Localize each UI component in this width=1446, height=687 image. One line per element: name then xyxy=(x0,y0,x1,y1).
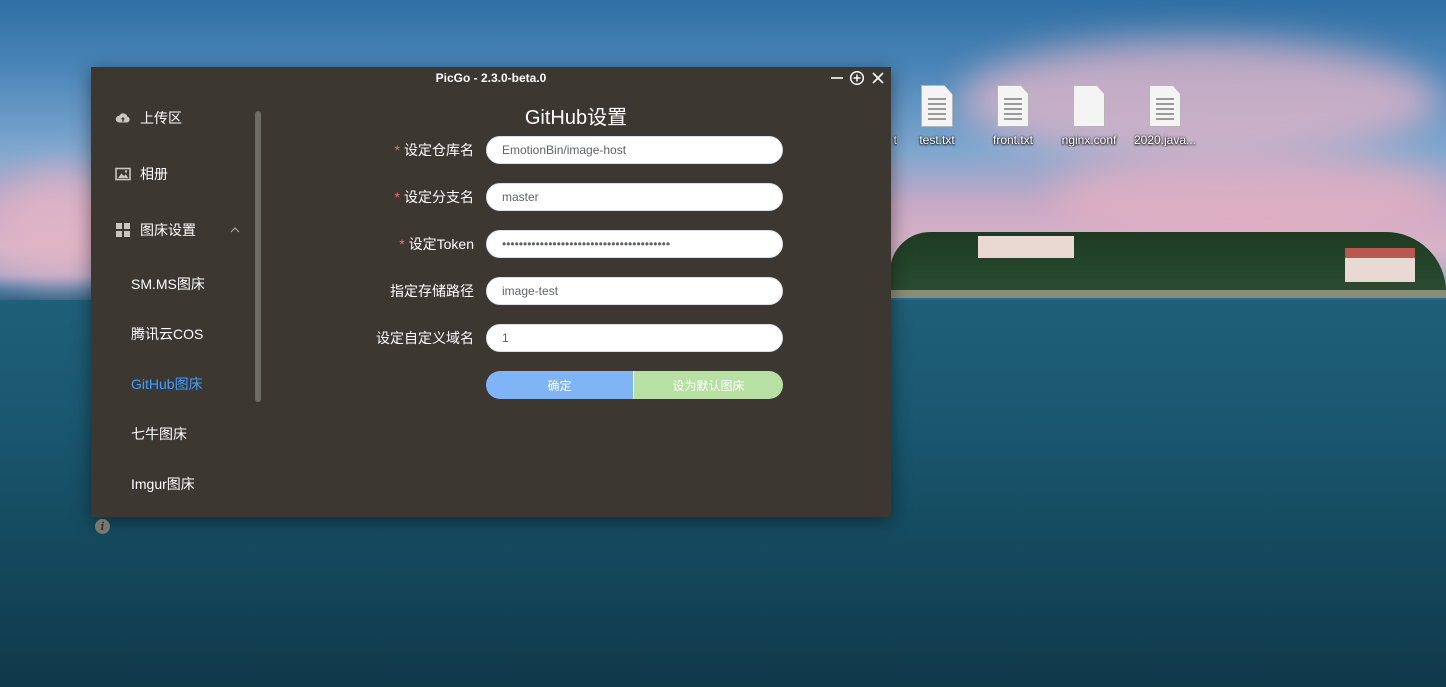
form-row-path: 指定存储路径 xyxy=(261,277,891,305)
image-icon xyxy=(115,166,131,182)
branch-label: * 设定分支名 xyxy=(395,187,474,207)
blank-file-icon xyxy=(1073,85,1105,127)
title-bar[interactable]: PicGo - 2.3.0-beta.0 xyxy=(91,67,891,89)
required-mark: * xyxy=(394,142,400,158)
sidebar-item-gallery[interactable]: 相册 xyxy=(115,162,168,186)
building xyxy=(978,236,1074,258)
custom-domain-input[interactable] xyxy=(486,324,783,352)
sidebar-item-label: 图床设置 xyxy=(140,222,196,238)
cloud xyxy=(1050,150,1446,240)
sidebar-item-picbed-settings[interactable]: 图床设置 xyxy=(115,218,196,242)
sidebar: 上传区 相册 图床设置 SM.MS图床 腾讯云COS GitHub图床 七牛图床… xyxy=(91,89,261,534)
field-label: 设定自定义域名 xyxy=(376,330,474,346)
building xyxy=(1345,258,1415,282)
field-label: 设定仓库名 xyxy=(404,142,474,158)
pin-icon[interactable] xyxy=(849,70,865,86)
text-file-icon xyxy=(921,85,953,127)
sidebar-item-qiniu[interactable]: 七牛图床 xyxy=(131,424,187,444)
settings-panel: GitHub设置 *设定仓库名 *设定分支名 *设定Token 指定存储路径 设… xyxy=(261,89,891,517)
confirm-button[interactable]: 确定 xyxy=(486,371,633,399)
custom-domain-label: 设定自定义域名 xyxy=(376,328,474,348)
picgo-window: PicGo - 2.3.0-beta.0 上传区 相册 图床设置 SM.MS图床… xyxy=(91,67,891,534)
form-row-repo: * 设定仓库名 xyxy=(261,136,891,164)
set-default-button[interactable]: 设为默认图床 xyxy=(633,371,783,399)
close-icon[interactable] xyxy=(870,70,886,86)
path-label: 指定存储路径 xyxy=(390,281,474,301)
sidebar-item-smms[interactable]: SM.MS图床 xyxy=(131,274,205,294)
sidebar-item-tencent-cos[interactable]: 腾讯云COS xyxy=(131,324,203,344)
token-input[interactable] xyxy=(486,230,783,258)
repo-label: * 设定仓库名 xyxy=(395,140,474,160)
desktop-file-front[interactable]: front.txt xyxy=(975,85,1051,147)
desktop-file-test[interactable]: test.txt xyxy=(899,85,975,147)
info-icon[interactable]: i xyxy=(95,519,110,534)
text-file-icon xyxy=(1149,85,1181,127)
cloud-upload-icon xyxy=(115,110,131,126)
sidebar-item-github[interactable]: GitHub图床 xyxy=(131,374,203,394)
desktop-file-label: nginx.conf xyxy=(1061,133,1117,147)
grid-icon xyxy=(115,222,131,238)
form-row-branch: * 设定分支名 xyxy=(261,183,891,211)
shoreline xyxy=(890,290,1446,298)
field-label: 设定分支名 xyxy=(404,189,474,205)
desktop-file-label: test.txt xyxy=(919,133,955,147)
branch-input[interactable] xyxy=(486,183,783,211)
page-title: GitHub设置 xyxy=(524,107,628,129)
required-mark: * xyxy=(399,236,405,252)
required-mark: * xyxy=(394,189,400,205)
desktop-file-java[interactable]: 2020.java... xyxy=(1127,85,1203,147)
sidebar-item-label: 相册 xyxy=(140,166,168,182)
text-file-icon xyxy=(997,85,1029,127)
token-label: * 设定Token xyxy=(399,234,474,254)
field-label: 指定存储路径 xyxy=(390,283,474,299)
desktop-file-label: front.txt xyxy=(992,133,1033,147)
chevron-up-icon[interactable] xyxy=(229,223,241,235)
field-label: 设定Token xyxy=(408,236,474,252)
path-input[interactable] xyxy=(486,277,783,305)
desktop-file-nginx[interactable]: nginx.conf xyxy=(1051,85,1127,147)
minimize-icon[interactable] xyxy=(829,70,845,86)
sidebar-item-imgur[interactable]: Imgur图床 xyxy=(131,474,195,494)
sidebar-item-label: 上传区 xyxy=(140,110,182,126)
form-row-custom-domain: 设定自定义域名 xyxy=(261,324,891,352)
building-roof xyxy=(1345,248,1415,258)
form-row-token: * 设定Token xyxy=(261,230,891,258)
sidebar-item-upload[interactable]: 上传区 xyxy=(115,106,182,130)
repo-input[interactable] xyxy=(486,136,783,164)
desktop-file-label: 2020.java... xyxy=(1133,133,1197,147)
window-title: PicGo - 2.3.0-beta.0 xyxy=(435,71,547,85)
action-buttons: 确定 设为默认图床 xyxy=(486,371,783,399)
